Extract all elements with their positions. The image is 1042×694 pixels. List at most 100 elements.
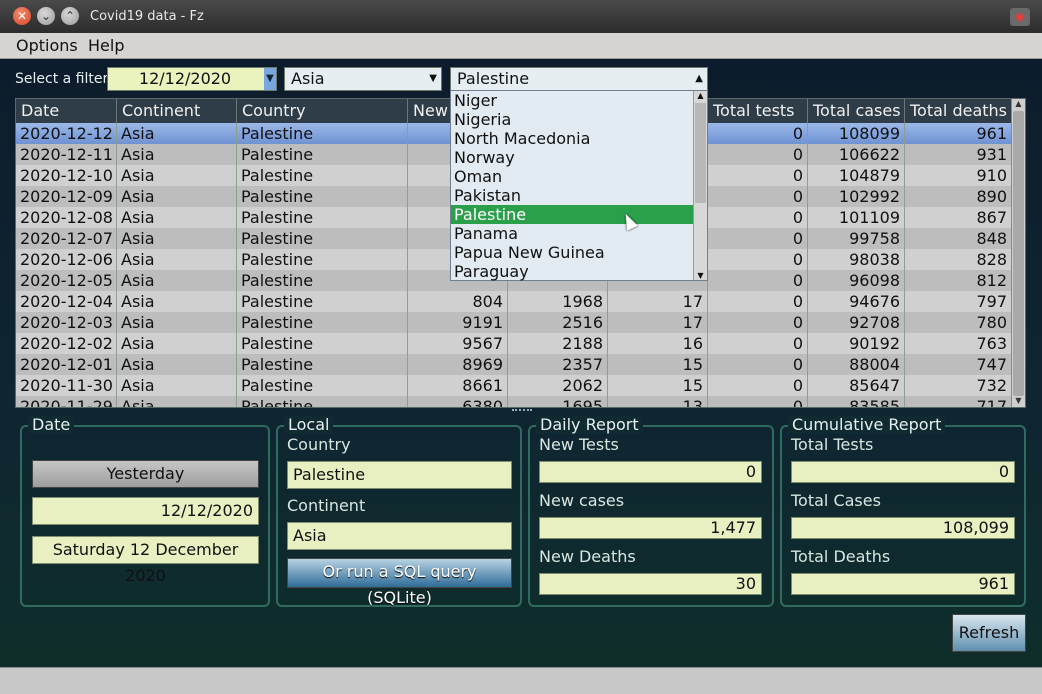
dropdown-item[interactable]: Oman bbox=[451, 167, 694, 186]
table-cell: 2020-12-07 bbox=[16, 228, 117, 249]
table-cell: 0 bbox=[708, 186, 808, 207]
chevron-up-icon[interactable]: ▲ bbox=[695, 68, 703, 90]
maximize-window-button[interactable]: ⌃ bbox=[61, 7, 79, 25]
chevron-down-icon[interactable]: ▼ bbox=[429, 68, 437, 90]
dropdown-item[interactable]: Papua New Guinea bbox=[451, 243, 694, 262]
dropdown-scrollbar[interactable]: ▲ ▼ bbox=[693, 91, 707, 280]
table-cell: Asia bbox=[117, 207, 237, 228]
sql-query-button[interactable]: Or run a SQL query (SQLite) bbox=[287, 558, 512, 607]
table-cell: 2020-11-29 bbox=[16, 396, 117, 407]
table-cell: 2020-12-11 bbox=[16, 144, 117, 165]
table-cell: 17 bbox=[608, 312, 708, 333]
column-header-continent[interactable]: Continent bbox=[117, 99, 237, 123]
table-cell: 2020-12-12 bbox=[16, 123, 117, 144]
table-cell: 88004 bbox=[808, 354, 905, 375]
table-cell: 94676 bbox=[808, 291, 905, 312]
splitter-handle[interactable] bbox=[512, 409, 532, 412]
total-tests-field: 0 bbox=[791, 461, 1015, 483]
refresh-button[interactable]: Refresh bbox=[952, 614, 1026, 652]
table-cell: 1695 bbox=[508, 396, 608, 407]
dropdown-item[interactable]: Norway bbox=[451, 148, 694, 167]
table-cell: 96098 bbox=[808, 270, 905, 291]
country-filter-combo[interactable]: Palestine ▲ bbox=[450, 67, 708, 91]
table-cell: 2188 bbox=[508, 333, 608, 354]
menu-help[interactable]: Help bbox=[88, 36, 124, 55]
total-cases-field: 108,099 bbox=[791, 517, 1015, 539]
column-header-total-deaths[interactable]: Total deaths bbox=[905, 99, 1012, 123]
table-cell: Asia bbox=[117, 333, 237, 354]
chevron-down-icon[interactable]: ▼ bbox=[264, 68, 276, 90]
table-cell: 1968 bbox=[508, 291, 608, 312]
table-cell: 6380 bbox=[408, 396, 508, 407]
table-cell: 15 bbox=[608, 375, 708, 396]
table-cell: 0 bbox=[708, 333, 808, 354]
app-icon[interactable]: ◉ bbox=[1010, 8, 1030, 26]
column-header-date[interactable]: Date bbox=[16, 99, 117, 123]
dropdown-item[interactable]: North Macedonia bbox=[451, 129, 694, 148]
table-cell: 717 bbox=[905, 396, 1012, 407]
dropdown-item[interactable]: Pakistan bbox=[451, 186, 694, 205]
scroll-up-icon[interactable]: ▲ bbox=[694, 91, 707, 100]
table-cell: Asia bbox=[117, 228, 237, 249]
table-cell: 747 bbox=[905, 354, 1012, 375]
country-field[interactable]: Palestine bbox=[287, 461, 512, 489]
new-tests-field: 0 bbox=[539, 461, 762, 483]
dropdown-item[interactable]: Panama bbox=[451, 224, 694, 243]
table-row[interactable]: 2020-12-04 Asia Palestine 804 1968 17 0 94676 79… bbox=[16, 291, 1012, 312]
column-header-total-cases[interactable]: Total cases bbox=[808, 99, 905, 123]
scroll-down-icon[interactable]: ▼ bbox=[694, 271, 707, 280]
long-date-field: Saturday 12 December 2020 bbox=[32, 536, 259, 585]
table-row[interactable]: 2020-12-01 Asia Palestine 8969 2357 15 0 88004 7… bbox=[16, 354, 1012, 375]
country-filter-value: Palestine bbox=[457, 69, 530, 88]
table-cell: 8661 bbox=[408, 375, 508, 396]
scroll-down-icon[interactable]: ▼ bbox=[1012, 396, 1025, 407]
table-cell: 98038 bbox=[808, 249, 905, 270]
table-cell: 0 bbox=[708, 228, 808, 249]
table-row[interactable]: 2020-12-02 Asia Palestine 9567 2188 16 0 90192 7… bbox=[16, 333, 1012, 354]
dropdown-item[interactable]: Palestine bbox=[451, 205, 694, 224]
table-cell: Asia bbox=[117, 123, 237, 144]
table-cell: 0 bbox=[708, 354, 808, 375]
new-cases-field: 1,477 bbox=[539, 517, 762, 539]
dropdown-item[interactable]: Paraguay bbox=[451, 262, 694, 281]
menu-bar: Options Help bbox=[0, 33, 1042, 59]
table-row[interactable]: 2020-11-30 Asia Palestine 8661 2062 15 0 85647 7… bbox=[16, 375, 1012, 396]
date-filter-combo[interactable]: 12/12/2020 ▼ bbox=[107, 67, 277, 91]
table-cell: 2020-12-03 bbox=[16, 312, 117, 333]
continent-field[interactable]: Asia bbox=[287, 522, 512, 550]
table-cell: 108099 bbox=[808, 123, 905, 144]
table-cell: 910 bbox=[905, 165, 1012, 186]
table-cell: Palestine bbox=[237, 186, 408, 207]
date-field[interactable]: 12/12/2020 bbox=[32, 497, 259, 525]
table-row[interactable]: 2020-11-29 Asia Palestine 6380 1695 13 0 83585 7… bbox=[16, 396, 1012, 407]
title-bar: ✕ ⌄ ⌃ Covid19 data - Fz ◉ bbox=[0, 0, 1042, 33]
column-header-total-tests[interactable]: Total tests bbox=[708, 99, 808, 123]
scrollbar-thumb[interactable] bbox=[695, 103, 706, 203]
total-deaths-field: 961 bbox=[791, 573, 1015, 595]
minimize-window-button[interactable]: ⌄ bbox=[37, 7, 55, 25]
table-row[interactable]: 2020-12-03 Asia Palestine 9191 2516 17 0 92708 7… bbox=[16, 312, 1012, 333]
menu-options[interactable]: Options bbox=[16, 36, 78, 55]
continent-filter-combo[interactable]: Asia ▼ bbox=[284, 67, 442, 91]
table-cell: 732 bbox=[905, 375, 1012, 396]
dropdown-item[interactable]: Nigeria bbox=[451, 110, 694, 129]
table-cell: 15 bbox=[608, 354, 708, 375]
table-cell: 85647 bbox=[808, 375, 905, 396]
scroll-up-icon[interactable]: ▲ bbox=[1012, 99, 1025, 110]
close-window-button[interactable]: ✕ bbox=[13, 7, 31, 25]
table-cell: 0 bbox=[708, 249, 808, 270]
table-cell: 848 bbox=[905, 228, 1012, 249]
table-cell: 9191 bbox=[408, 312, 508, 333]
column-header-country[interactable]: Country bbox=[237, 99, 408, 123]
table-cell: Palestine bbox=[237, 228, 408, 249]
local-group-title: Local bbox=[284, 416, 334, 434]
table-cell: 0 bbox=[708, 375, 808, 396]
table-cell: 2020-11-30 bbox=[16, 375, 117, 396]
table-cell: Palestine bbox=[237, 123, 408, 144]
country-dropdown-list[interactable]: Niger Nigeria North Macedonia Norway Oman Pak… bbox=[450, 90, 708, 281]
dropdown-item[interactable]: Niger bbox=[451, 91, 694, 110]
table-scrollbar[interactable]: ▲ ▼ bbox=[1011, 99, 1025, 407]
yesterday-button[interactable]: Yesterday bbox=[32, 460, 259, 488]
table-cell: 83585 bbox=[808, 396, 905, 407]
scrollbar-thumb[interactable] bbox=[1013, 111, 1024, 396]
